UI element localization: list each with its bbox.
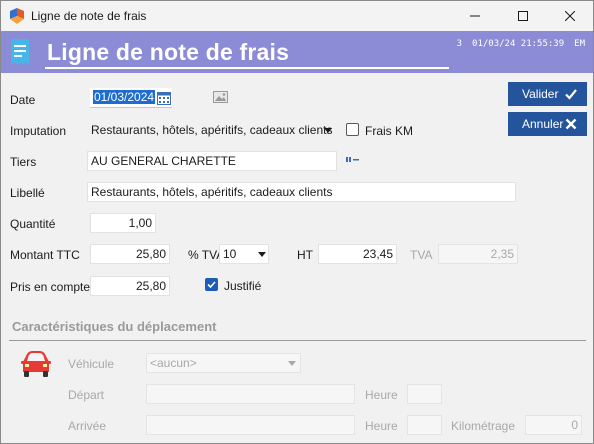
libelle-value: Restaurants, hôtels, apéritifs, cadeaux … [91,185,333,199]
minimize-button[interactable] [452,1,498,31]
title-bar: Ligne de note de frais [1,1,593,31]
chevron-down-icon [288,361,296,366]
pris-en-compte-field[interactable]: 25,80 [90,276,170,296]
calendar-icon[interactable] [157,91,171,105]
vehicule-select: <aucun> [146,353,301,373]
app-icon [10,8,24,24]
montant-ttc-field[interactable]: 25,80 [90,244,170,264]
record-number: 3 [456,39,463,49]
lookup-icon[interactable] [346,156,359,163]
receipt-icon [11,39,29,65]
ht-field[interactable]: 23,45 [318,244,397,264]
annuler-button[interactable]: Annuler [508,112,587,136]
libelle-label: Libellé [10,186,45,200]
kilometrage-value: 0 [571,418,578,432]
header-underline [45,67,449,69]
check-icon [207,281,216,289]
close-icon [565,11,575,21]
tiers-label: Tiers [10,155,37,169]
vehicule-label: Véhicule [68,357,115,371]
header-band: Ligne de note de frais 3 01/03/24 21:55:3… [1,31,593,73]
quantite-label: Quantité [10,217,56,231]
imputation-label: Imputation [10,124,67,138]
tiers-field[interactable]: AU GENERAL CHARETTE [87,151,337,171]
vehicule-value: <aucun> [150,356,197,370]
depart-label: Départ [68,388,105,402]
heure-depart-field [407,384,442,404]
imputation-select[interactable]: Restaurants, hôtels, apéritifs, cadeaux … [87,120,337,140]
frais-km-checkbox[interactable] [346,123,359,136]
section-divider [9,340,586,341]
kilometrage-label: Kilométrage [451,419,516,433]
section-title-deplacement: Caractéristiques du déplacement [12,319,217,334]
record-user: EM [574,39,585,49]
header-meta: 3 01/03/24 21:55:39 EM [447,39,585,49]
pris-en-compte-label: Pris en compte [10,280,91,294]
tva-label: TVA [410,248,433,262]
ht-label: HT [297,248,313,262]
depart-field [146,384,355,404]
arrivee-field [146,415,355,435]
date-label: Date [10,93,36,107]
montant-ttc-label: Montant TTC [10,248,80,262]
car-icon [21,351,51,377]
heure-depart-label: Heure [365,388,398,402]
maximize-icon [518,11,528,21]
chevron-down-icon [258,252,266,257]
tiers-value: AU GENERAL CHARETTE [91,154,236,168]
check-icon [565,89,577,100]
x-icon [565,118,577,130]
frais-km-label: Frais KM [365,124,413,138]
image-icon[interactable] [213,91,228,103]
tva-field: 2,35 [438,244,518,264]
annuler-label: Annuler [522,117,564,131]
tva-value: 2,35 [490,247,514,261]
kilometrage-field: 0 [525,415,582,435]
valider-button[interactable]: Valider [508,82,587,106]
arrivee-label: Arrivée [68,419,107,433]
montant-ttc-value: 25,80 [135,247,166,261]
window: Ligne de note de frais Ligne de note de … [0,0,594,444]
ht-value: 23,45 [362,247,393,261]
quantite-value: 1,00 [128,216,152,230]
date-value: 01/03/2024 [93,90,156,104]
close-button[interactable] [547,1,593,31]
justifie-label: Justifié [224,279,262,293]
libelle-field[interactable]: Restaurants, hôtels, apéritifs, cadeaux … [87,182,516,202]
quantite-field[interactable]: 1,00 [90,213,156,233]
heure-arrivee-label: Heure [365,419,398,433]
chevron-down-icon [324,128,332,133]
minimize-icon [470,15,480,17]
window-title: Ligne de note de frais [31,9,147,23]
imputation-value: Restaurants, hôtels, apéritifs, cadeaux … [91,123,333,137]
heure-arrivee-field [407,415,442,435]
justifie-checkbox[interactable] [205,278,218,291]
record-datetime: 01/03/24 21:55:39 [472,39,565,49]
maximize-button[interactable] [500,1,546,31]
valider-label: Valider [522,87,559,101]
tva-pct-value: 10 [223,247,237,261]
pris-en-compte-value: 25,80 [135,279,166,293]
page-title: Ligne de note de frais [47,39,290,65]
